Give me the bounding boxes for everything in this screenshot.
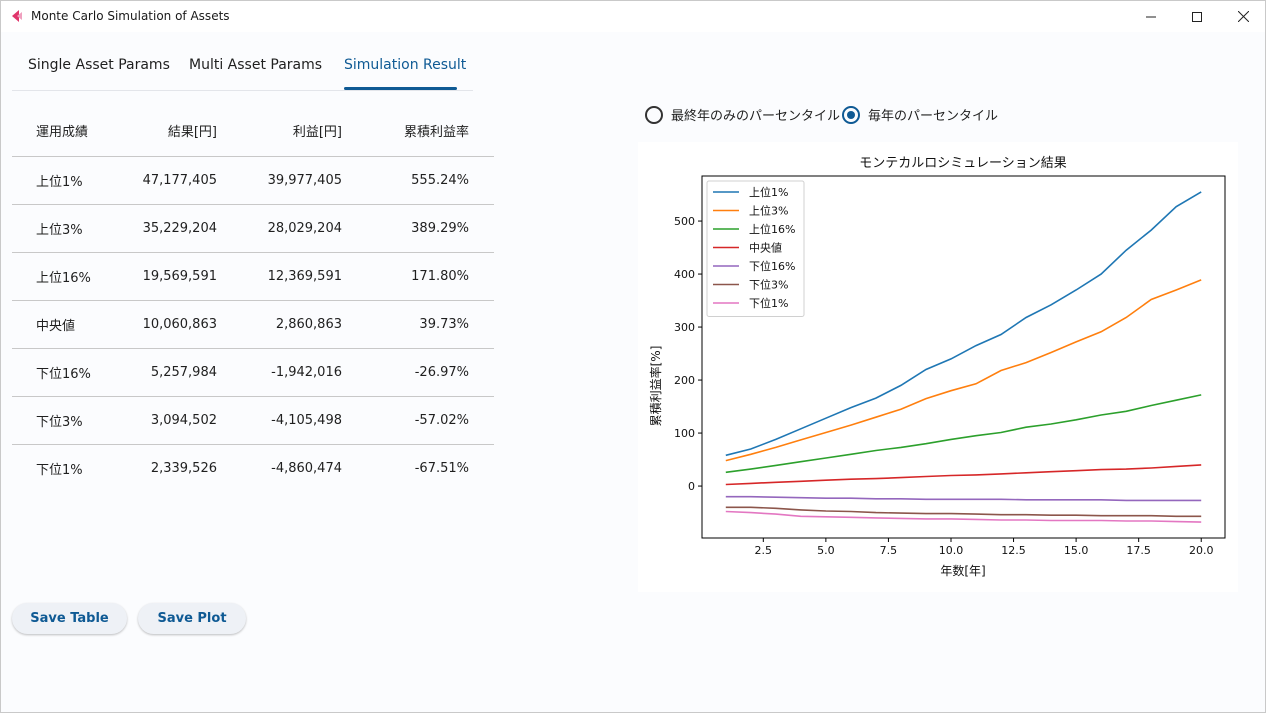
- plot-panel: モンテカルロシミュレーション結果 年数[年] 累積利益率[%] 2.5 5.0 7.…: [638, 142, 1238, 592]
- y-tick-label: 400: [674, 268, 695, 281]
- table-row: 下位16% 5,257,984 -1,942,016 -26.97%: [12, 349, 494, 397]
- row-return: -26.97%: [414, 365, 469, 380]
- row-label: 上位16%: [36, 271, 91, 286]
- table-row: 上位1% 47,177,405 39,977,405 555.24%: [12, 157, 494, 205]
- row-return: -57.02%: [414, 413, 469, 428]
- series-line: [725, 506, 1202, 518]
- minimize-button[interactable]: [1128, 1, 1174, 32]
- x-tick-label: 17.5: [1126, 544, 1151, 557]
- row-profit: 12,369,591: [267, 269, 342, 284]
- app-logo-icon: [12, 10, 22, 22]
- table-row: 下位1% 2,339,526 -4,860,474 -67.51%: [12, 445, 494, 492]
- legend-label: 下位3%: [749, 278, 788, 292]
- series-line: [725, 394, 1202, 474]
- row-result: 35,229,204: [142, 221, 217, 236]
- chart-x-axis-label: 年数[年]: [940, 563, 985, 578]
- close-button[interactable]: [1220, 1, 1266, 32]
- chart-legend: 上位1% 上位3% 上位16% 中央値下位16% 下位3% 下位1%: [706, 180, 805, 317]
- y-tick-label: 300: [674, 321, 695, 334]
- row-result: 3,094,502: [150, 413, 217, 428]
- header-cumulative-return: 累積利益率: [403, 124, 469, 140]
- row-return: 39.73%: [419, 317, 469, 332]
- maximize-button[interactable]: [1174, 1, 1220, 32]
- row-profit: 39,977,405: [267, 173, 342, 188]
- radio-label-final-year: 最終年のみのパーセンタイル: [671, 109, 841, 124]
- radio-label-yearly: 毎年のパーセンタイル: [868, 109, 999, 124]
- y-tick-label: 100: [674, 427, 695, 440]
- row-return: -67.51%: [414, 461, 469, 476]
- series-line: [725, 464, 1202, 486]
- table-row: 下位3% 3,094,502 -4,105,498 -57.02%: [12, 397, 494, 445]
- minimize-icon: [1146, 16, 1156, 17]
- legend-label: 上位1%: [749, 185, 788, 199]
- x-tick-label: 2.5: [755, 544, 773, 557]
- tab-simulation-result[interactable]: Simulation Result: [344, 57, 466, 73]
- active-tab-indicator: [344, 87, 457, 90]
- row-label: 下位16%: [36, 367, 91, 382]
- row-label: 中央値: [36, 319, 76, 334]
- x-tick-label: 7.5: [880, 544, 898, 557]
- y-tick-label: 500: [674, 215, 695, 228]
- x-tick-label: 15.0: [1064, 544, 1089, 557]
- row-return: 171.80%: [411, 269, 469, 284]
- row-result: 2,339,526: [150, 461, 217, 476]
- tab-bar: Single Asset Params Multi Asset Params S…: [12, 48, 473, 91]
- save-table-button[interactable]: Save Table: [12, 603, 127, 634]
- radio-unchecked-icon: [645, 105, 663, 124]
- title-bar: Monte Carlo Simulation of Assets: [1, 1, 1265, 32]
- radio-checked-icon: [842, 105, 860, 124]
- y-tick-label: 0: [688, 480, 695, 493]
- chart-title: モンテカルロシミュレーション結果: [859, 156, 1066, 171]
- row-profit: -1,942,016: [271, 365, 342, 380]
- legend-label: 上位3%: [749, 204, 788, 218]
- series-line: [725, 495, 1202, 502]
- tab-single-asset-params[interactable]: Single Asset Params: [28, 57, 170, 73]
- save-plot-button[interactable]: Save Plot: [138, 603, 246, 634]
- legend-label: 下位1%: [749, 296, 788, 310]
- maximize-icon: [1192, 11, 1202, 22]
- tab-multi-asset-params[interactable]: Multi Asset Params: [189, 57, 322, 73]
- legend-label: 中央値: [749, 242, 782, 255]
- x-tick-label: 12.5: [1001, 544, 1026, 557]
- row-return: 555.24%: [411, 173, 469, 188]
- row-profit: -4,860,474: [271, 461, 342, 476]
- radio-final-year-percentile[interactable]: 最終年のみのパーセンタイル: [645, 105, 840, 124]
- row-result: 19,569,591: [142, 269, 217, 284]
- app-window: Monte Carlo Simulation of Assets Single …: [0, 0, 1266, 713]
- chart-y-axis-label: 累積利益率[%]: [648, 346, 663, 427]
- header-result: 結果[円]: [167, 124, 217, 140]
- row-label: 下位3%: [36, 415, 83, 430]
- simulation-line-chart: モンテカルロシミュレーション結果 年数[年] 累積利益率[%] 2.5 5.0 7.…: [648, 156, 1226, 578]
- table-row: 上位3% 35,229,204 28,029,204 389.29%: [12, 205, 494, 253]
- header-performance: 運用成績: [36, 124, 89, 140]
- table-row: 上位16% 19,569,591 12,369,591 171.80%: [12, 253, 494, 301]
- row-profit: 28,029,204: [267, 221, 342, 236]
- y-tick-label: 200: [674, 374, 695, 387]
- row-return: 389.29%: [411, 221, 469, 236]
- radio-yearly-percentile[interactable]: 毎年のパーセンタイル: [842, 105, 998, 124]
- legend-label: 上位16%: [749, 222, 795, 236]
- row-label: 上位3%: [36, 223, 83, 238]
- table-header-row: 運用成績 結果[円] 利益[円] 累積利益率: [12, 104, 494, 157]
- window-title: Monte Carlo Simulation of Assets: [31, 9, 230, 23]
- table-row: 中央値 10,060,863 2,860,863 39.73%: [12, 301, 494, 349]
- x-tick-label: 10.0: [939, 544, 964, 557]
- row-profit: 2,860,863: [275, 317, 342, 332]
- close-icon: [1237, 11, 1249, 22]
- legend-label: 下位16%: [749, 259, 795, 273]
- x-tick-label: 5.0: [817, 544, 835, 557]
- row-label: 上位1%: [36, 175, 83, 190]
- x-tick-label: 20.0: [1189, 544, 1214, 557]
- row-result: 10,060,863: [142, 317, 217, 332]
- row-result: 5,257,984: [150, 365, 217, 380]
- row-result: 47,177,405: [142, 173, 217, 188]
- header-profit: 利益[円]: [292, 124, 342, 140]
- row-label: 下位1%: [36, 463, 83, 478]
- row-profit: -4,105,498: [271, 413, 342, 428]
